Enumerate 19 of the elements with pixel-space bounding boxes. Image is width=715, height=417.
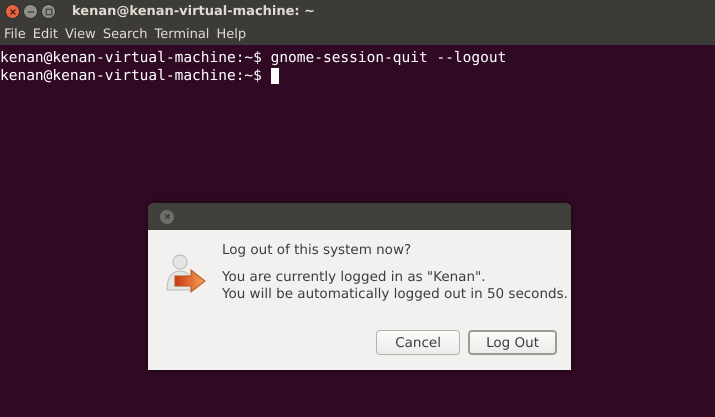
maximize-icon[interactable] [41,4,56,19]
window-title: kenan@kenan-virtual-machine: ~ [72,4,316,19]
menu-item[interactable]: File [2,26,31,42]
dialog-button[interactable]: Cancel [376,330,460,355]
menu-item[interactable]: Search [100,26,152,42]
dialog-message: You will be automatically logged out in 50 seconds. [222,286,568,303]
close-icon[interactable] [5,4,20,19]
close-icon[interactable] [160,210,174,224]
menu-item[interactable]: Terminal [152,26,214,42]
command-text: gnome-session-quit --logout [270,49,506,67]
menu-item[interactable]: Help [214,26,252,42]
dialog-message: You are currently logged in as "Kenan". [222,269,487,286]
minimize-icon[interactable] [23,4,38,19]
menu-item[interactable]: Edit [30,26,63,42]
menu-item[interactable]: View [62,26,101,42]
prompt-text: kenan@kenan-virtual-machine:~$ [0,49,262,67]
dialog-button[interactable]: Log Out [468,330,557,355]
dialog-heading: Log out of this system now? [222,242,412,259]
prompt-text: kenan@kenan-virtual-machine:~$ [0,67,262,85]
